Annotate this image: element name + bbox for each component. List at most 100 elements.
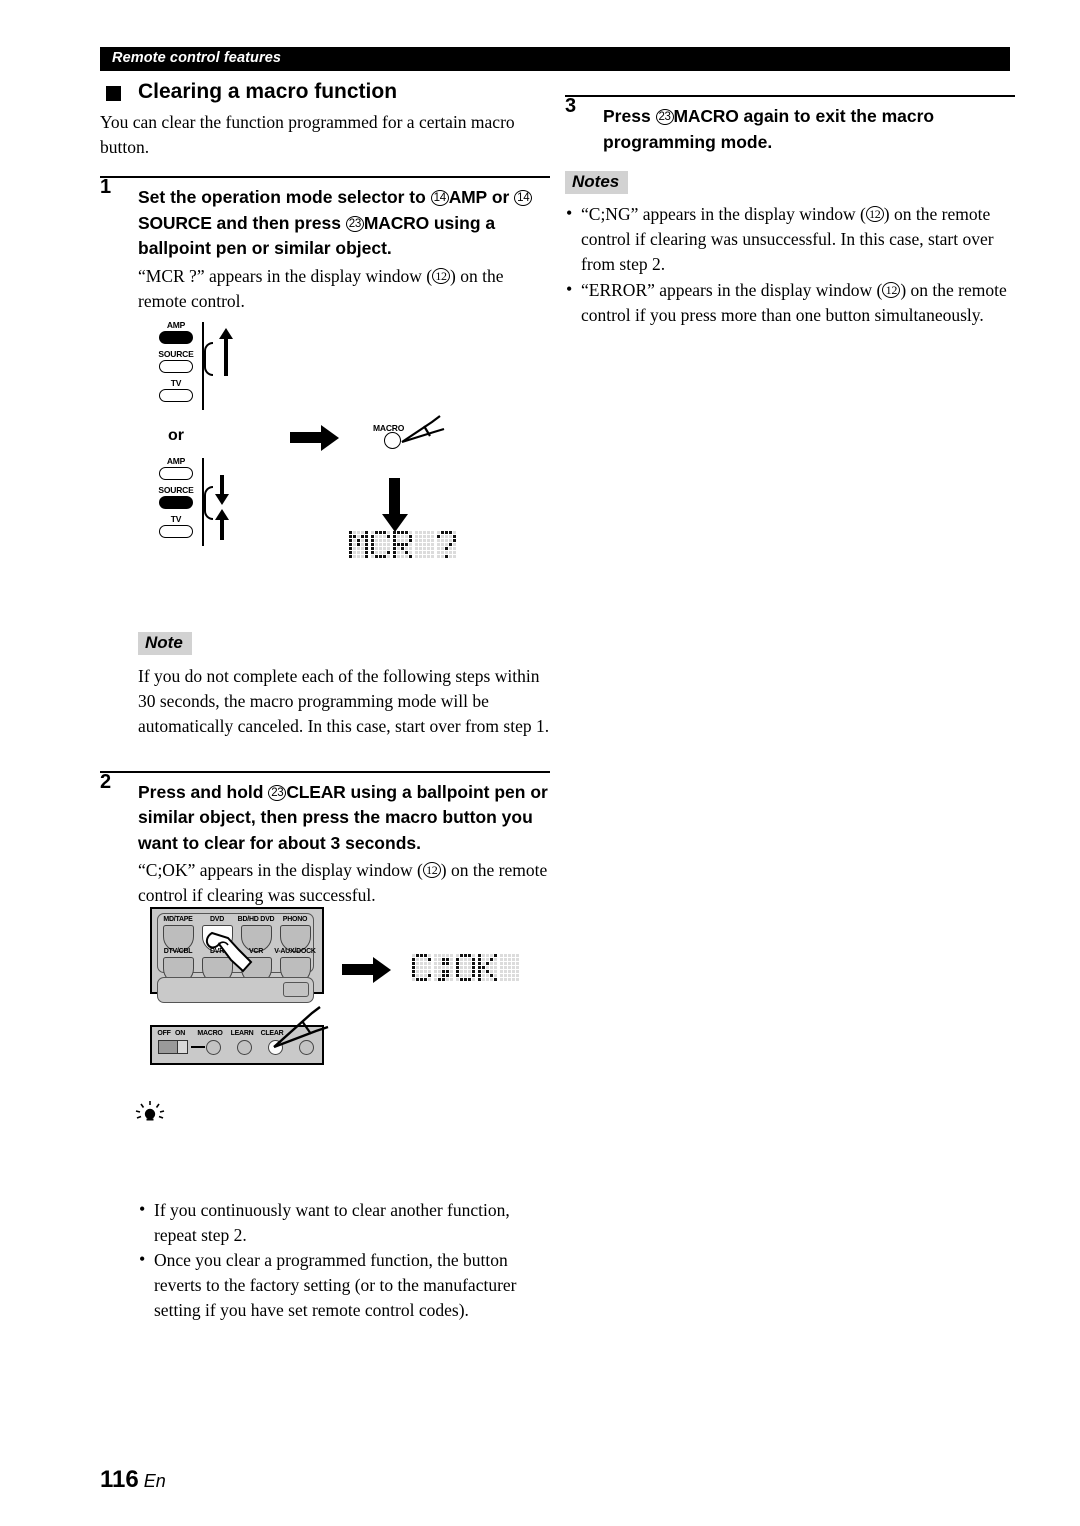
- selector-label-source: SOURCE: [158, 485, 194, 495]
- or-label: or: [168, 427, 184, 444]
- note-item: “C;NG” appears in the display window (12…: [565, 201, 1015, 277]
- step-rule: [565, 95, 1015, 97]
- section-heading-text: Clearing a macro function: [138, 80, 398, 103]
- selector-pill-tv: [159, 525, 193, 538]
- ref-circle-23: 23: [655, 109, 674, 125]
- remote-input-button-panel: MD/TAPE DVD BD/HD DVD PHONO DTV/CBL DVR …: [150, 907, 324, 1003]
- flow-arrow-right-icon: [290, 425, 350, 451]
- note-tag: Note: [138, 631, 192, 655]
- selector-pill-source: [159, 360, 193, 373]
- note-item-part-1: “ERROR” appears in the display window (: [581, 280, 883, 300]
- flow-arrow-right-icon: [342, 957, 402, 983]
- notes-tag: Notes: [565, 171, 629, 194]
- ref-circle-12: 12: [432, 267, 451, 284]
- selector-thumb-icon: [204, 342, 213, 376]
- selector-label-amp: AMP: [166, 320, 186, 330]
- learn-switch-button[interactable]: [237, 1040, 252, 1055]
- step-1-title-part-3: and then press: [211, 212, 346, 233]
- page-footer: 116 En: [100, 1466, 166, 1494]
- macro-key-label: MACRO: [673, 106, 739, 126]
- button-label-bdhddvd: BD/HD DVD: [237, 916, 275, 923]
- note-text: If you do not complete each of the follo…: [138, 665, 550, 736]
- ref-circle-14b: 14: [514, 190, 533, 206]
- step-2-desc-part-1: “C;OK” appears in the display window (: [138, 860, 423, 880]
- switch-connector-line: [191, 1046, 205, 1048]
- note-item: “ERROR” appears in the display window (1…: [565, 277, 1015, 328]
- display-character-cell: [478, 954, 497, 981]
- display-character-cell: [412, 954, 431, 981]
- step-3: 3 Press 23 MACRO again to exit the macro …: [565, 95, 1015, 155]
- step-2-number: 2: [100, 770, 112, 793]
- clear-key-label: CLEAR: [286, 781, 346, 802]
- display-window-mcr: [349, 531, 456, 558]
- section-intro-text: You can clear the function programmed fo…: [100, 112, 515, 157]
- section-heading: Clearing a macro function: [100, 80, 550, 104]
- ref-circle-23: 23: [268, 784, 287, 801]
- note-item-part-1: “C;NG” appears in the display window (: [581, 204, 866, 224]
- display-character-cell: [371, 531, 390, 558]
- right-column: 3 Press 23 MACRO again to exit the macro …: [565, 95, 1015, 329]
- running-header-bar: Remote control features: [100, 47, 1010, 71]
- display-character-cell: [456, 954, 475, 981]
- macro-button-press-illustration: MACRO: [372, 412, 462, 462]
- ref-circle-12: 12: [865, 206, 884, 222]
- source-key-label: SOURCE: [138, 212, 212, 233]
- amp-key-label: AMP: [448, 187, 487, 207]
- button-label-mdtape: MD/TAPE: [163, 916, 193, 923]
- tips-list: If you continuously want to clear anothe…: [138, 1197, 550, 1323]
- step-1-desc-part-1: “MCR ?” appears in the display window (: [138, 265, 433, 286]
- selector-thumb-icon: [204, 486, 213, 520]
- display-character-cell: [500, 954, 519, 981]
- page-language: En: [143, 1471, 166, 1491]
- panel-lower-key: [283, 982, 309, 997]
- display-character-cell: [393, 531, 412, 558]
- page-number: 116: [100, 1466, 139, 1493]
- selector-pill-tv: [159, 389, 193, 402]
- tips-block: If you continuously want to clear anothe…: [138, 1174, 550, 1323]
- display-character-cell: [434, 954, 453, 981]
- tip-item: Once you clear a programmed function, th…: [138, 1247, 550, 1323]
- macro-key-label: MACRO: [363, 212, 429, 233]
- step-1: 1 Set the operation mode selector to 14 A…: [100, 176, 550, 314]
- ref-circle-12: 12: [422, 862, 441, 878]
- button-label-vauxdock: V-AUX/DOCK: [274, 948, 316, 955]
- button-label-dvd: DVD: [209, 916, 225, 923]
- button-label-dtvcbl: DTV/CBL: [163, 948, 193, 955]
- power-slide-switch[interactable]: [158, 1040, 188, 1054]
- macro-switch-button[interactable]: [206, 1040, 221, 1055]
- selector-label-tv: TV: [170, 378, 182, 388]
- step-1-description: “MCR ?” appears in the display window (1…: [138, 264, 550, 314]
- selector-label-source: SOURCE: [158, 349, 194, 359]
- step-3-title-part-1: Press: [603, 106, 656, 126]
- step-2: 2 Press and hold 23 CLEAR using a ballpoi…: [100, 770, 550, 909]
- notes-block: Notes “C;NG” appears in the display wind…: [565, 171, 1015, 328]
- pen-tip-icon: [273, 1006, 329, 1049]
- tip-item: If you continuously want to clear anothe…: [138, 1197, 550, 1248]
- lightbulb-tip-icon: [135, 1101, 165, 1121]
- ref-circle-14: 14: [430, 190, 449, 206]
- mode-selector-amp: AMP SOURCE TV: [155, 320, 265, 425]
- step-2-title-part-1: Press and hold: [138, 781, 269, 802]
- step-2-description: “C;OK” appears in the display window (12…: [138, 858, 550, 908]
- tip-icon-space: [138, 1174, 550, 1196]
- document-page: Remote control features Clearing a macro…: [0, 0, 1080, 1526]
- note-block: Note If you do not complete each of the …: [138, 631, 550, 739]
- step-3-title: Press 23 MACRO again to exit the macro pr…: [603, 104, 1015, 155]
- step-rule: [100, 770, 550, 773]
- selector-pill-amp: [159, 467, 193, 480]
- running-header-text: Remote control features: [112, 50, 282, 66]
- selector-pill-source: [159, 496, 193, 509]
- black-square-bullet-icon: [106, 86, 121, 101]
- display-character-cell: [437, 531, 456, 558]
- pen-tip-icon: [401, 415, 445, 444]
- step-1-title-part-2: or: [487, 187, 515, 207]
- display-character-cell: [415, 531, 434, 558]
- mode-selector-source: AMP SOURCE TV: [155, 456, 265, 561]
- button-label-phono: PHONO: [282, 916, 308, 923]
- display-window-cok: [412, 954, 519, 981]
- display-character-cell: [349, 531, 368, 558]
- selector-label-amp: AMP: [166, 456, 186, 466]
- selector-pill-amp: [159, 331, 193, 344]
- step-1-number: 1: [100, 176, 112, 198]
- ref-circle-23: 23: [345, 215, 364, 232]
